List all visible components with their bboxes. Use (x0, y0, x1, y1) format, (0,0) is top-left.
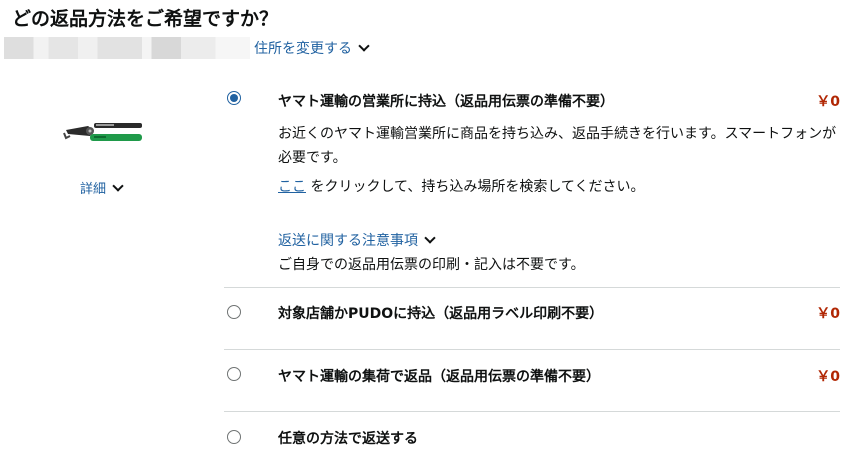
product-image (63, 123, 142, 141)
here-link[interactable]: ここ (278, 179, 306, 195)
radio-option-yamato-pickup[interactable] (227, 367, 241, 381)
no-print-note: ご自身での返品用伝票の印刷・記入は不要です。 (278, 257, 585, 273)
option-price-yamato-office: ￥0 (816, 94, 840, 110)
chevron-down-icon (112, 179, 124, 192)
option-price-pudo: ￥0 (816, 306, 840, 322)
blurred-address (4, 37, 250, 59)
radio-option-pudo[interactable] (227, 305, 241, 319)
chevron-down-icon (424, 232, 436, 244)
radio-option-any-method[interactable] (227, 430, 241, 444)
option-title-yamato-pickup[interactable]: ヤマト運輸の集荷で返品（返品用伝票の準備不要） (278, 366, 600, 386)
divider (224, 349, 840, 350)
divider (224, 287, 840, 288)
change-address-link[interactable]: 住所を変更する (254, 38, 370, 58)
return-notes-label: 返送に関する注意事項 (278, 233, 418, 249)
search-instruction: をクリックして、持ち込み場所を検索してください。 (306, 179, 645, 195)
chevron-down-icon (358, 40, 370, 52)
option-title-any-method[interactable]: 任意の方法で返送する (278, 428, 418, 448)
radio-option-yamato-office[interactable] (227, 91, 241, 105)
divider (224, 411, 840, 412)
page-title: どの返品方法をご希望ですか？ (12, 8, 279, 30)
details-toggle[interactable]: 詳細 (80, 178, 124, 197)
return-notes-toggle[interactable]: 返送に関する注意事項 (278, 230, 436, 250)
option-title-yamato-office[interactable]: ヤマト運輸の営業所に持込（返品用伝票の準備不要） (278, 91, 614, 111)
address-row: 住所を変更する (4, 36, 370, 60)
option-description: お近くのヤマト運輸営業所に商品を持ち込み、返品手続きを行います。スマートフォンが… (278, 126, 837, 166)
option-price-yamato-pickup: ￥0 (816, 369, 840, 385)
option-title-pudo[interactable]: 対象店舗かPUDOに持込（返品用ラベル印刷不要） (278, 303, 603, 323)
search-location-line: ここ をクリックして、持ち込み場所を検索してください。 (278, 176, 645, 196)
change-address-label: 住所を変更する (254, 41, 352, 57)
details-label: 詳細 (80, 182, 107, 197)
